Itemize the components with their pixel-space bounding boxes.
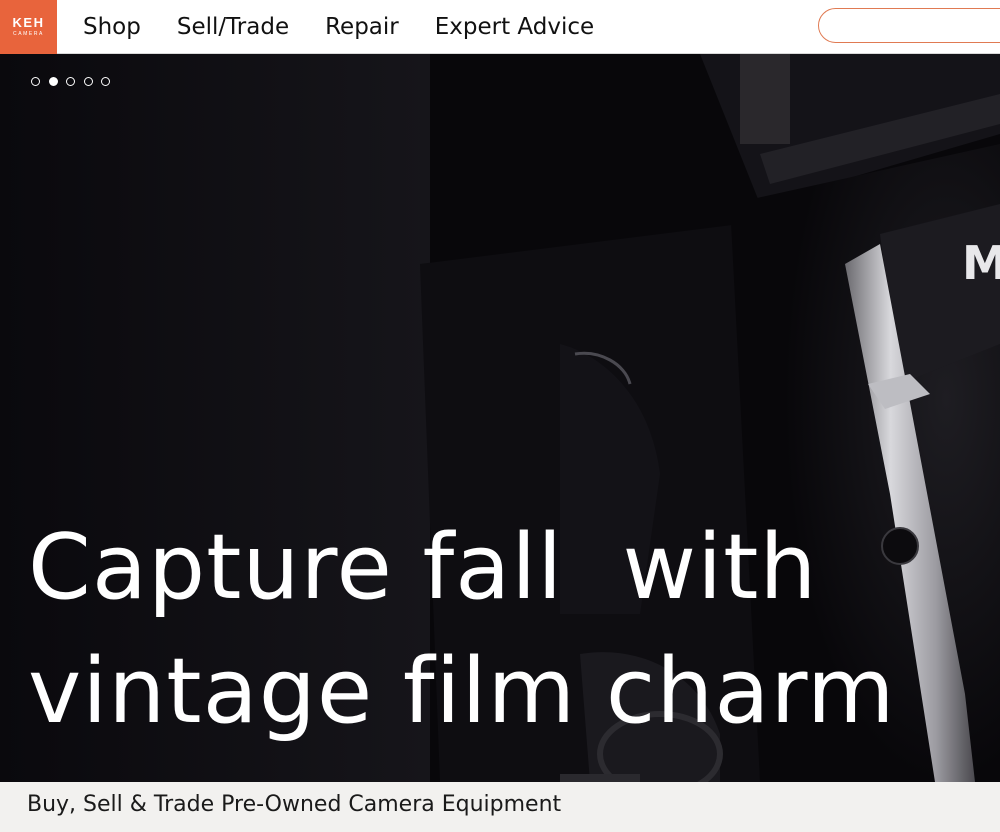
search-box[interactable] xyxy=(818,8,1000,43)
keh-logo[interactable]: KEH CAMERA xyxy=(0,0,57,54)
tagline-text: Buy, Sell & Trade Pre-Owned Camera Equip… xyxy=(27,792,562,817)
site-header: KEH CAMERA Shop Sell/Trade Repair Expert… xyxy=(0,0,1000,54)
nav-item-sell-trade[interactable]: Sell/Trade xyxy=(177,14,289,40)
carousel-indicators xyxy=(31,77,119,86)
nav-item-repair[interactable]: Repair xyxy=(325,14,399,40)
main-nav: Shop Sell/Trade Repair Expert Advice xyxy=(83,0,630,54)
svg-text:M: M xyxy=(962,236,1000,290)
carousel-dot-4[interactable] xyxy=(83,77,93,86)
hero-headline: Capture fall with vintage film charm xyxy=(28,506,988,754)
carousel-dot-2[interactable] xyxy=(48,77,58,86)
hero-carousel: M Capture fall with vintage film charm xyxy=(0,54,1000,782)
carousel-dot-3[interactable] xyxy=(66,77,75,86)
search-input[interactable] xyxy=(819,9,1000,42)
nav-item-shop[interactable]: Shop xyxy=(83,14,141,40)
hero-headline-line-2: vintage film charm xyxy=(28,639,896,744)
carousel-dot-5[interactable] xyxy=(101,77,110,86)
logo-text: KEH xyxy=(12,15,45,30)
logo-subtext: CAMERA xyxy=(13,31,44,37)
hero-headline-line-1: Capture fall with xyxy=(28,515,818,620)
nav-item-expert-advice[interactable]: Expert Advice xyxy=(435,14,594,40)
carousel-dot-1[interactable] xyxy=(31,77,40,86)
tagline-bar: Buy, Sell & Trade Pre-Owned Camera Equip… xyxy=(0,782,1000,832)
